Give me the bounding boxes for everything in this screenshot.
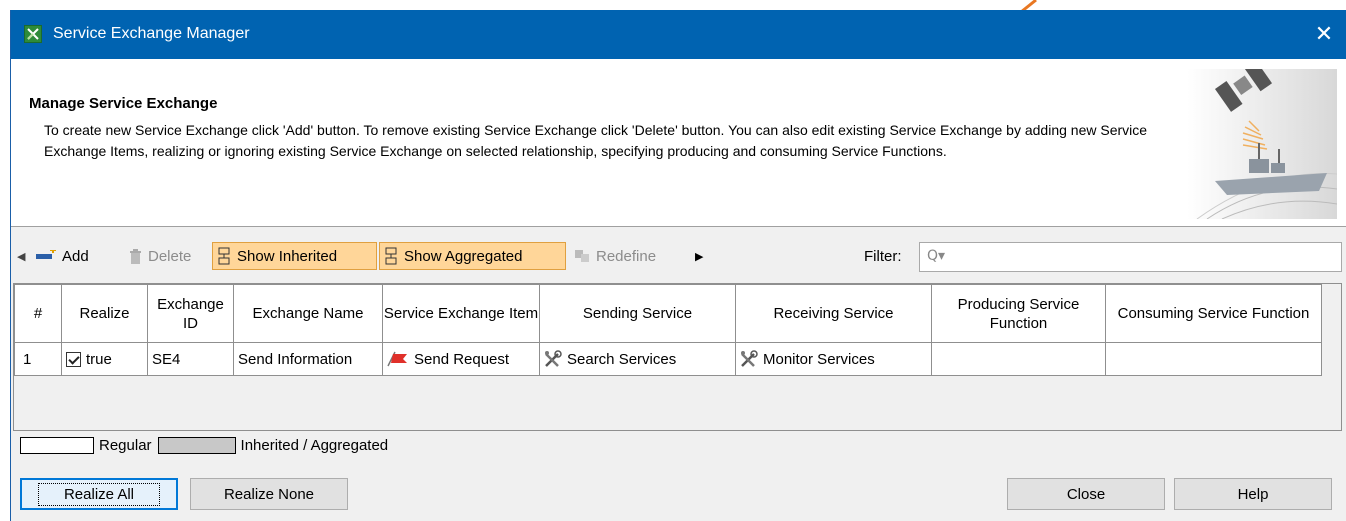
receiving-service-cell[interactable]: Monitor Services	[735, 342, 932, 376]
legend-inherited-label: Inherited / Aggregated	[240, 436, 389, 454]
show-inherited-toggle[interactable]: Show Inherited	[212, 242, 377, 270]
header-title: Manage Service Exchange	[29, 95, 218, 112]
scroll-left-icon[interactable]: ◀	[17, 242, 25, 270]
scroll-right-icon[interactable]: ▶	[695, 242, 703, 270]
satellite-ship-illustration	[1187, 69, 1337, 219]
sending-service-value: Search Services	[567, 350, 677, 368]
consuming-function-cell[interactable]	[1105, 342, 1322, 376]
receiving-service-value: Monitor Services	[763, 350, 875, 368]
close-window-icon[interactable]: ✕	[1301, 10, 1346, 59]
redefine-button[interactable]: Redefine	[575, 242, 656, 270]
column-header-receiving-service[interactable]: Receiving Service	[735, 284, 932, 343]
realize-checkbox[interactable]	[66, 351, 81, 367]
column-header-producing-function[interactable]: Producing Service Function	[931, 284, 1106, 343]
hierarchy-icon	[385, 247, 397, 265]
service-exchange-item-cell[interactable]: Send Request	[382, 342, 540, 376]
title-bar: Service Exchange Manager ✕	[11, 10, 1346, 59]
add-label: Add	[62, 247, 89, 265]
producing-function-cell[interactable]	[931, 342, 1106, 376]
show-aggregated-toggle[interactable]: Show Aggregated	[379, 242, 566, 270]
legend: Regular Inherited / Aggregated	[20, 434, 388, 456]
add-button[interactable]: Add	[36, 242, 89, 270]
search-icon: Q▾	[927, 248, 946, 264]
flag-icon	[387, 351, 407, 367]
delete-label: Delete	[148, 247, 192, 265]
delete-button[interactable]: Delete	[129, 242, 191, 270]
realize-all-label: Realize All	[37, 482, 161, 506]
sending-service-cell[interactable]: Search Services	[539, 342, 736, 376]
header-panel: Manage Service Exchange To create new Se…	[11, 59, 1346, 227]
row-number-cell: 1	[14, 342, 62, 376]
column-header-number[interactable]: #	[14, 284, 62, 343]
column-header-consuming-function[interactable]: Consuming Service Function	[1105, 284, 1322, 343]
inherited-swatch	[157, 436, 236, 454]
tools-icon	[741, 350, 758, 367]
filter-input[interactable]	[948, 246, 1337, 270]
close-button[interactable]: Close	[1007, 478, 1165, 510]
column-header-exchange-id[interactable]: Exchange ID	[147, 284, 234, 343]
realize-value: true	[86, 350, 112, 368]
hierarchy-icon	[218, 247, 230, 265]
button-bar: Realize All Realize None Close Help	[11, 466, 1346, 521]
help-button[interactable]: Help	[1174, 478, 1332, 510]
realize-none-button[interactable]: Realize None	[190, 478, 348, 510]
show-inherited-label: Show Inherited	[237, 247, 338, 265]
service-exchange-dialog: Service Exchange Manager ✕ Manage Servic…	[10, 10, 1346, 521]
regular-swatch	[20, 436, 94, 454]
legend-regular-label: Regular	[99, 436, 152, 454]
redefine-icon	[575, 250, 589, 262]
column-header-realize[interactable]: Realize	[61, 284, 148, 343]
exchange-table: # Realize Exchange ID Exchange Name Serv…	[14, 284, 1322, 376]
table-row[interactable]: 1 true SE4 Send Information Send Request	[14, 342, 1322, 376]
filter-label: Filter:	[864, 248, 902, 265]
exchange-name-cell[interactable]: Send Information	[233, 342, 383, 376]
service-exchange-item-value: Send Request	[414, 350, 510, 368]
realize-all-button[interactable]: Realize All	[20, 478, 178, 510]
realize-cell[interactable]: true	[61, 342, 148, 376]
table-header-row: # Realize Exchange ID Exchange Name Serv…	[14, 284, 1322, 343]
trash-icon	[130, 248, 141, 264]
column-header-exchange-name[interactable]: Exchange Name	[233, 284, 383, 343]
exchange-id-cell[interactable]: SE4	[147, 342, 234, 376]
add-icon	[36, 250, 56, 259]
column-header-sending-service[interactable]: Sending Service	[539, 284, 736, 343]
filter-field[interactable]: Q▾	[919, 242, 1342, 272]
service-exchange-table: # Realize Exchange ID Exchange Name Serv…	[13, 283, 1342, 431]
redefine-label: Redefine	[596, 247, 657, 265]
header-description: To create new Service Exchange click 'Ad…	[44, 122, 1148, 159]
column-header-service-exchange-item[interactable]: Service Exchange Item	[382, 284, 540, 343]
window-title: Service Exchange Manager	[53, 25, 250, 42]
app-icon	[24, 25, 42, 43]
show-aggregated-label: Show Aggregated	[404, 247, 523, 265]
tools-icon	[545, 350, 562, 367]
